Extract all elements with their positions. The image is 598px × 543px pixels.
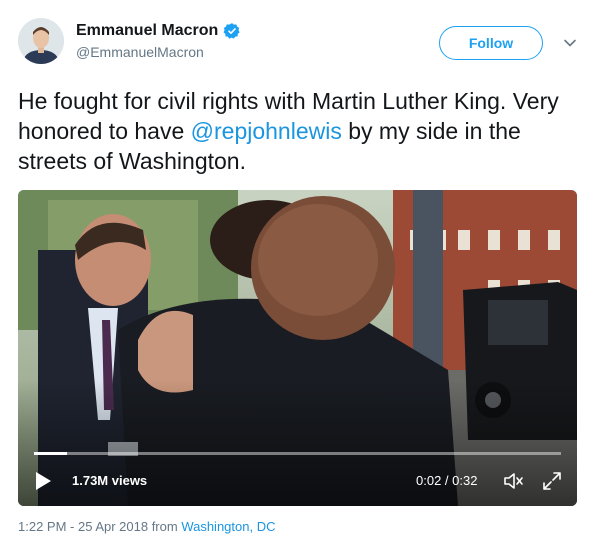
- mention-link[interactable]: @repjohnlewis: [191, 118, 342, 144]
- verified-badge-icon: [223, 22, 241, 40]
- tweet-meta: 1:22 PM - 25 Apr 2018 from Washington, D…: [18, 519, 275, 534]
- view-count: 1.73M views: [72, 473, 148, 488]
- video-time: 0:02 / 0:32: [416, 473, 478, 488]
- author-name[interactable]: Emmanuel Macron: [76, 22, 218, 40]
- chevron-down-icon[interactable]: [563, 36, 577, 50]
- volume-muted-icon[interactable]: [502, 469, 526, 493]
- author-handle[interactable]: @EmmanuelMacron: [76, 44, 241, 60]
- progress-fill: [34, 452, 67, 455]
- timestamp[interactable]: 1:22 PM - 25 Apr 2018 from: [18, 519, 181, 534]
- video-frame: [18, 190, 577, 506]
- avatar[interactable]: [18, 18, 64, 64]
- author-block: Emmanuel Macron @EmmanuelMacron: [76, 22, 241, 60]
- follow-button[interactable]: Follow: [439, 26, 543, 60]
- video-player[interactable]: 1.73M views 0:02 / 0:32: [18, 190, 577, 506]
- tweet-text: He fought for civil rights with Martin L…: [18, 86, 583, 176]
- tweet-header: Emmanuel Macron @EmmanuelMacron Follow: [18, 18, 580, 70]
- progress-bar[interactable]: [34, 452, 561, 455]
- play-icon[interactable]: [32, 470, 54, 492]
- location-link[interactable]: Washington, DC: [181, 519, 275, 534]
- fullscreen-icon[interactable]: [540, 469, 564, 493]
